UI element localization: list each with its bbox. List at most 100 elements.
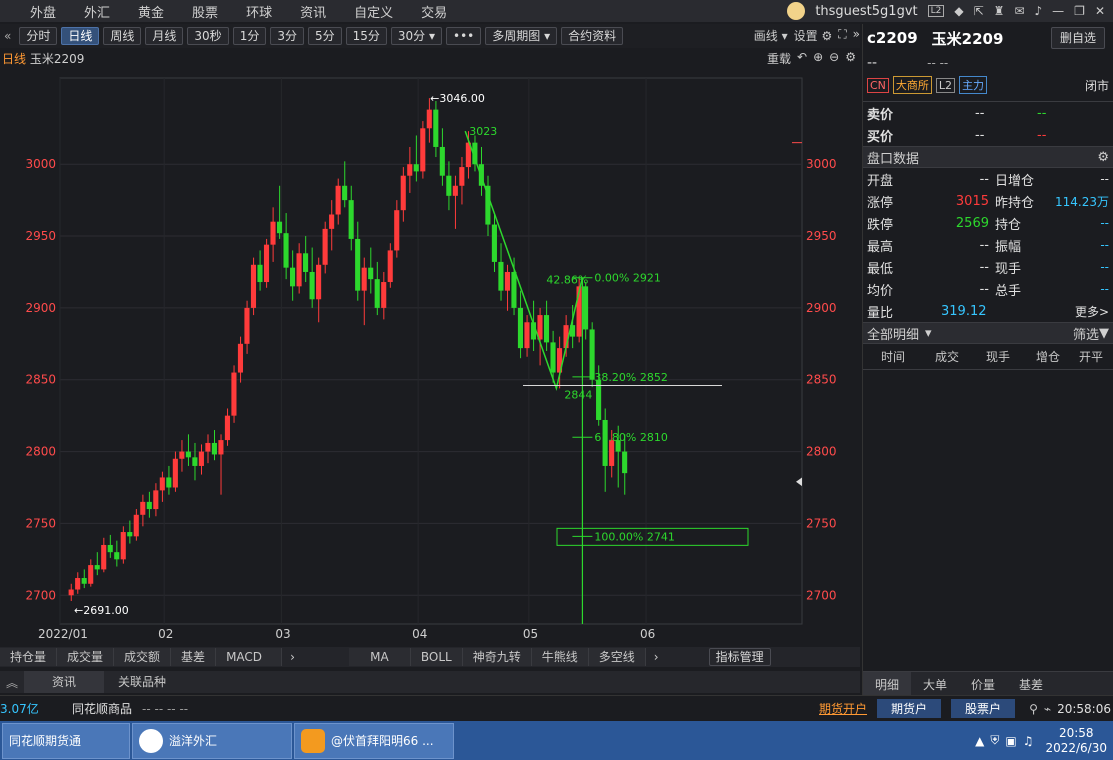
- nav-item-4[interactable]: 环球: [232, 2, 286, 21]
- ind-next2-icon[interactable]: ›: [654, 650, 659, 664]
- stock-account-button[interactable]: 股票户: [951, 699, 1016, 718]
- collapse-left-icon[interactable]: «: [4, 29, 11, 43]
- expand-up-icon[interactable]: ︽: [0, 674, 24, 691]
- kline-chart[interactable]: 日线 玉米2209 重载 ↶ ⊕ ⊖ ⚙ 2700 2700 2750 2750 280…: [0, 48, 860, 648]
- detail-header: 全部明细 ▾ 筛选 ▼: [863, 322, 1113, 344]
- task-app-browser[interactable]: @伏首拜阳明66 ...: [294, 722, 454, 759]
- detail-dropdown-icon[interactable]: ▾: [925, 326, 932, 341]
- ind-tab-bullbear[interactable]: 牛熊线: [531, 648, 589, 666]
- ptab-bigorder[interactable]: 大单: [911, 672, 959, 695]
- tray-network-icon[interactable]: ▣: [1005, 734, 1016, 748]
- restore-icon[interactable]: ❐: [1074, 4, 1085, 18]
- candle-body: [511, 271, 517, 308]
- avatar[interactable]: [787, 2, 806, 20]
- nav-item-0[interactable]: 外盘: [0, 2, 70, 21]
- ind-tab-boll[interactable]: BOLL: [410, 648, 463, 666]
- ind-tab-basis[interactable]: 基差: [171, 648, 217, 666]
- buy-row: 买价 -- --: [863, 124, 1113, 146]
- nav-item-3[interactable]: 股票: [178, 2, 232, 21]
- ptab-detail[interactable]: 明细: [863, 672, 912, 695]
- detail-title[interactable]: 全部明细: [867, 324, 919, 343]
- more-link[interactable]: 更多>: [1075, 303, 1109, 320]
- search-icon[interactable]: ⚲: [1029, 702, 1038, 716]
- collapse-right-icon[interactable]: »: [853, 27, 860, 44]
- period-tab-30m[interactable]: 30分 ▾: [390, 27, 443, 45]
- task-app-ths[interactable]: 同花顺期货通: [2, 722, 130, 759]
- draw-line-button[interactable]: 画线 ▾: [754, 27, 788, 44]
- period-tab-fenshi[interactable]: 分时: [19, 27, 58, 45]
- multi-period-button[interactable]: 多周期图 ▾: [485, 27, 558, 45]
- candle-body: [166, 477, 172, 488]
- candle-body: [420, 128, 426, 172]
- ind-tab-macd[interactable]: MACD: [216, 648, 283, 666]
- tab-related[interactable]: 关联品种: [104, 671, 180, 693]
- candle-body: [283, 233, 289, 268]
- period-tab-day[interactable]: 日线: [61, 27, 100, 45]
- tray-volume-icon[interactable]: ♫: [1023, 734, 1034, 748]
- period-tab-1m[interactable]: 1分: [232, 27, 267, 45]
- futures-account-button[interactable]: 期货户: [877, 699, 942, 718]
- ind-tab-volume[interactable]: 成交量: [57, 648, 115, 666]
- filter-button[interactable]: 筛选: [1073, 324, 1099, 343]
- mail-icon[interactable]: ✉: [1014, 4, 1024, 18]
- filter-icon[interactable]: ▼: [1099, 326, 1109, 341]
- candle-body: [342, 185, 348, 201]
- settings-button[interactable]: 设置 ⚙: [794, 27, 833, 44]
- candle-body: [101, 544, 107, 570]
- minimize-icon[interactable]: —: [1052, 4, 1064, 18]
- candle-body: [198, 451, 204, 466]
- remove-watchlist-button[interactable]: 删自选: [1050, 27, 1105, 49]
- period-tab-5m[interactable]: 5分: [307, 27, 342, 45]
- shirt-icon[interactable]: ♜: [994, 4, 1005, 18]
- layers-icon[interactable]: ◆: [954, 4, 963, 18]
- nav-item-7[interactable]: 交易: [407, 2, 461, 21]
- more-periods-button[interactable]: •••: [446, 27, 482, 45]
- product-name[interactable]: 同花顺商品: [72, 700, 132, 717]
- candle-body: [140, 501, 146, 515]
- ind-next-icon[interactable]: ›: [290, 650, 295, 664]
- period-tab-15m[interactable]: 15分: [345, 27, 387, 45]
- ptab-pricevol[interactable]: 价量: [959, 672, 1007, 695]
- candle-body: [68, 589, 74, 596]
- candle-body: [498, 261, 504, 291]
- nav-item-5[interactable]: 资讯: [286, 2, 340, 21]
- ind-tab-longshort[interactable]: 多空线: [588, 648, 646, 666]
- open-account-link[interactable]: 期货开户: [819, 700, 867, 717]
- x-tick: 2022/01: [38, 627, 88, 641]
- indicator-bar: 持仓量 成交量 成交额 基差 MACD › MA BOLL 神奇九转 牛熊线 多…: [0, 647, 860, 667]
- period-tab-30s[interactable]: 30秒: [187, 27, 229, 45]
- close-icon[interactable]: ✕: [1095, 4, 1105, 18]
- bell-icon[interactable]: ♪: [1035, 4, 1043, 18]
- nav-item-1[interactable]: 外汇: [70, 2, 124, 21]
- handicap-settings-icon[interactable]: ⚙: [1097, 150, 1109, 165]
- period-tab-month[interactable]: 月线: [145, 27, 184, 45]
- nav-item-6[interactable]: 自定义: [340, 2, 407, 21]
- mic-icon[interactable]: ⌁: [1044, 702, 1051, 716]
- username[interactable]: thsguest5g1gvt: [815, 4, 917, 19]
- hr-label2: 总手: [995, 283, 1022, 299]
- ind-tab-ma[interactable]: MA: [348, 648, 411, 666]
- ind-tab-td9[interactable]: 神奇九转: [462, 648, 532, 666]
- tab-news[interactable]: 资讯: [24, 671, 105, 693]
- period-tab-week[interactable]: 周线: [103, 27, 142, 45]
- indicator-manage-button[interactable]: 指标管理: [708, 648, 771, 666]
- contract-info-button[interactable]: 合约资料: [561, 27, 624, 45]
- candle-body: [524, 322, 530, 349]
- hr-label1: 涨停: [867, 195, 894, 211]
- candle-body: [289, 267, 296, 287]
- nav-item-2[interactable]: 黄金: [124, 2, 178, 21]
- fullscreen-icon[interactable]: ⛶: [838, 27, 846, 44]
- period-30m-label: 30分: [397, 29, 426, 43]
- tray-shield-icon[interactable]: ⛨: [990, 733, 999, 748]
- ratio-label: 量比: [867, 305, 894, 321]
- tray-expand-icon[interactable]: ▲: [975, 734, 984, 748]
- task-app-forex[interactable]: 溢洋外汇: [132, 722, 292, 759]
- ind-tab-oi[interactable]: 持仓量: [0, 648, 58, 666]
- market-status: 闭市: [1084, 78, 1109, 93]
- panel-bottom-tabs: 明细 大单 价量 基差: [863, 671, 1113, 695]
- ind-tab-turnover[interactable]: 成交额: [114, 648, 172, 666]
- hr-label2: 日增仓: [995, 173, 1035, 189]
- share-icon[interactable]: ⇱: [974, 4, 984, 18]
- ptab-basis[interactable]: 基差: [1007, 672, 1055, 695]
- period-tab-3m[interactable]: 3分: [270, 27, 304, 45]
